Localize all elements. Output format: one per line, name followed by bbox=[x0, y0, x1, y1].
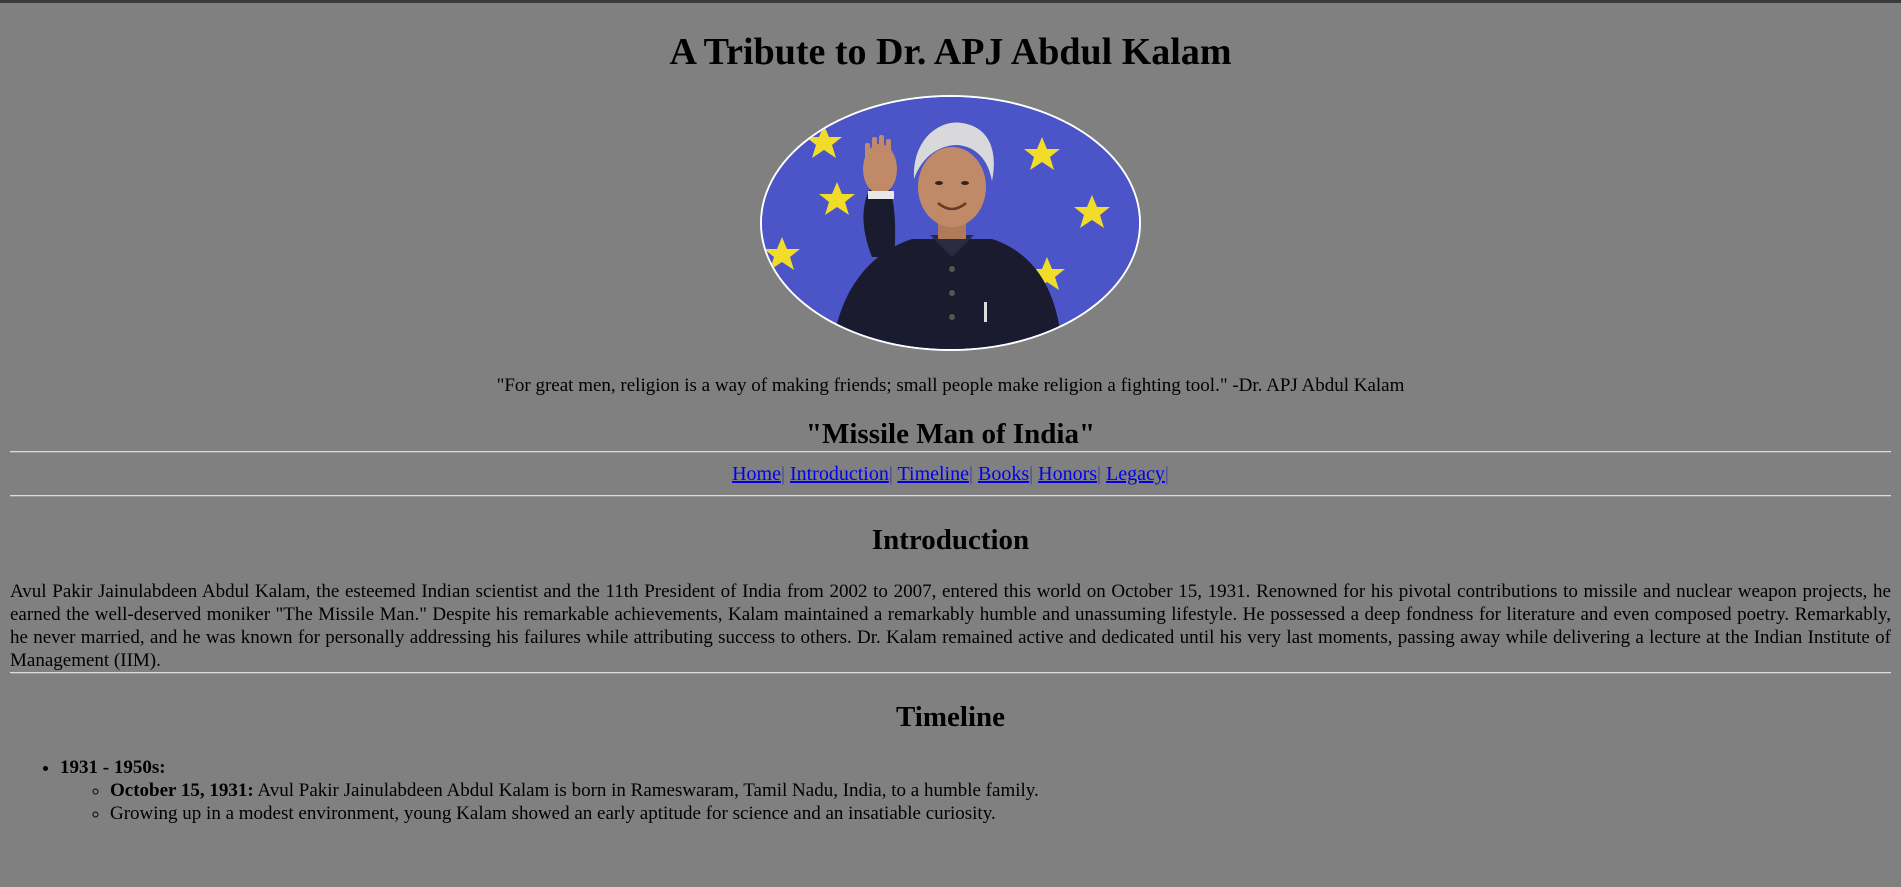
timeline-list: 1931 - 1950s: October 15, 1931: Avul Pak… bbox=[10, 756, 1891, 825]
timeline-event-text: Growing up in a modest environment, youn… bbox=[110, 803, 996, 825]
timeline-events: October 15, 1931: Avul Pakir Jainulabdee… bbox=[60, 779, 1891, 825]
nav-link-introduction[interactable]: Introduction bbox=[790, 463, 889, 485]
nav-link-books[interactable]: Books bbox=[978, 463, 1029, 485]
page-title: A Tribute to Dr. APJ Abdul Kalam bbox=[669, 31, 1232, 73]
nav-separator: | bbox=[780, 462, 785, 485]
nav-link-legacy[interactable]: Legacy bbox=[1106, 463, 1165, 485]
nav-separator: | bbox=[888, 462, 893, 485]
divider bbox=[10, 671, 1891, 674]
timeline-event: October 15, 1931: Avul Pakir Jainulabdee… bbox=[110, 779, 1891, 802]
timeline-event: Growing up in a modest environment, youn… bbox=[110, 802, 1891, 825]
timeline-period-label: 1931 - 1950s: bbox=[60, 757, 166, 779]
kalam-portrait-image bbox=[760, 94, 1141, 351]
introduction-paragraph: Avul Pakir Jainulabdeen Abdul Kalam, the… bbox=[10, 580, 1891, 671]
portrait-illustration bbox=[762, 96, 1139, 349]
nav-separator: | bbox=[969, 462, 974, 485]
timeline-event-date: October 15, 1931: bbox=[110, 780, 254, 802]
kalam-quote: "For great men, religion is a way of mak… bbox=[496, 374, 1405, 396]
nav-separator: | bbox=[1164, 462, 1169, 485]
divider bbox=[10, 494, 1891, 497]
nav-link-timeline[interactable]: Timeline bbox=[898, 463, 970, 485]
page: A Tribute to Dr. APJ Abdul Kalam "For gr… bbox=[0, 31, 1901, 825]
nav-link-home[interactable]: Home bbox=[732, 463, 781, 485]
nav-separator: | bbox=[1029, 462, 1034, 485]
timeline-period: 1931 - 1950s: October 15, 1931: Avul Pak… bbox=[60, 756, 1891, 825]
introduction-heading: Introduction bbox=[871, 523, 1030, 556]
page-subtitle: "Missile Man of India" bbox=[805, 417, 1096, 450]
nav-link-honors[interactable]: Honors bbox=[1038, 463, 1097, 485]
timeline-heading: Timeline bbox=[895, 700, 1006, 733]
portrait-container bbox=[10, 94, 1891, 351]
nav-separator: | bbox=[1097, 462, 1102, 485]
timeline-event-text: Avul Pakir Jainulabdeen Abdul Kalam is b… bbox=[253, 780, 1039, 802]
navigation-bar: Home| Introduction| Timeline| Books| Hon… bbox=[10, 453, 1891, 495]
